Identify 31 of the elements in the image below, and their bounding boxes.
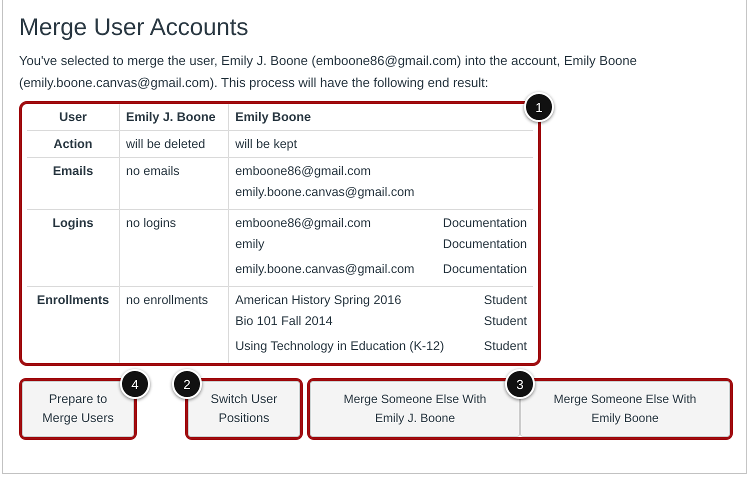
- page-title: Merge User Accounts: [19, 14, 250, 42]
- callout-badge: 3: [505, 369, 535, 399]
- row-label: Emails: [27, 158, 120, 210]
- column-header: User: [27, 104, 120, 130]
- table-cell: no emails: [126, 164, 180, 178]
- table-cell-text: will be kept: [235, 136, 298, 153]
- table-cell: no logins: [126, 216, 176, 230]
- row-label: Enrollments: [27, 286, 120, 363]
- row-label: Logins: [27, 210, 120, 286]
- table-cell-text: Documentation: [442, 236, 527, 253]
- table-cell-text: emily: [235, 236, 264, 253]
- column-header: Emily J. Boone: [120, 104, 229, 130]
- table-cell-text: emboone86@gmail.com: [235, 215, 371, 232]
- row-label: Action: [27, 130, 120, 158]
- callout-badge: 2: [172, 369, 202, 399]
- table-cell-text: Documentation: [442, 261, 527, 278]
- table-cell-text: Student: [484, 292, 527, 309]
- callout-badge: 4: [120, 369, 150, 399]
- table-cell-text: Documentation: [442, 215, 527, 232]
- table-cell-text: emily.boone.canvas@gmail.com: [235, 261, 414, 278]
- table-cell-text: Student: [484, 313, 527, 330]
- table-cell: no enrollments: [126, 293, 208, 307]
- table-cell-text: Using Technology in Education (K-12): [235, 338, 444, 355]
- table-cell-text: emboone86@gmail.com: [235, 163, 371, 180]
- callout-badge: 1: [524, 92, 554, 122]
- table-cell-text: emily.boone.canvas@gmail.com: [235, 184, 414, 201]
- table-cell-text: Bio 101 Fall 2014: [235, 313, 333, 330]
- table-cell: will be deleted: [126, 137, 206, 151]
- table-cell-text: American History Spring 2016: [235, 292, 402, 309]
- intro-text: You've selected to merge the user, Emily J. Boone (emboone86@gmail.com) into the account, Emily Boone (emily.boone.canvas@gmail.com). This process will have the following end result:: [19, 52, 638, 92]
- table-cell-text: Student: [484, 338, 527, 355]
